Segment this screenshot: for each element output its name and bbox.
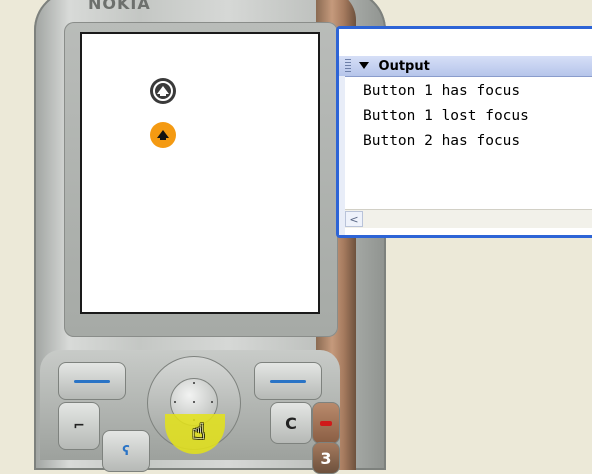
output-log: Button 1 has focus Button 1 lost focus B… bbox=[363, 79, 592, 154]
hand-cursor-icon: ☝ bbox=[192, 420, 206, 445]
call-key[interactable]: ⌐ bbox=[58, 402, 100, 450]
green-key[interactable]: ʕ bbox=[102, 430, 150, 472]
scroll-left-arrow-icon[interactable]: < bbox=[345, 211, 363, 227]
phone-keypad: ⌐ ʕ ☝ C 3 bbox=[40, 350, 340, 474]
output-panel-title: Output bbox=[378, 58, 430, 74]
horizontal-scrollbar[interactable]: < bbox=[345, 209, 592, 228]
button-1[interactable] bbox=[150, 78, 176, 104]
left-soft-key[interactable] bbox=[58, 362, 126, 400]
output-panel: Output Button 1 has focus Button 1 lost … bbox=[339, 29, 592, 235]
output-panel-header[interactable]: Output bbox=[339, 56, 592, 77]
key-3[interactable]: 3 bbox=[312, 442, 340, 474]
end-call-key[interactable] bbox=[312, 402, 340, 444]
output-line: Button 1 lost focus bbox=[363, 108, 529, 124]
phone-screen bbox=[80, 32, 320, 314]
clear-key[interactable]: C bbox=[270, 402, 312, 444]
output-line: Button 1 has focus bbox=[363, 83, 521, 99]
right-soft-key[interactable] bbox=[254, 362, 322, 400]
output-panel-frame: Output Button 1 has focus Button 1 lost … bbox=[336, 26, 592, 238]
output-line: Button 2 has focus bbox=[363, 133, 521, 149]
phone-brand-label: NOKIA bbox=[88, 0, 151, 13]
grip-icon[interactable] bbox=[345, 59, 351, 73]
collapse-triangle-icon bbox=[359, 61, 369, 69]
button-2[interactable] bbox=[150, 122, 176, 148]
